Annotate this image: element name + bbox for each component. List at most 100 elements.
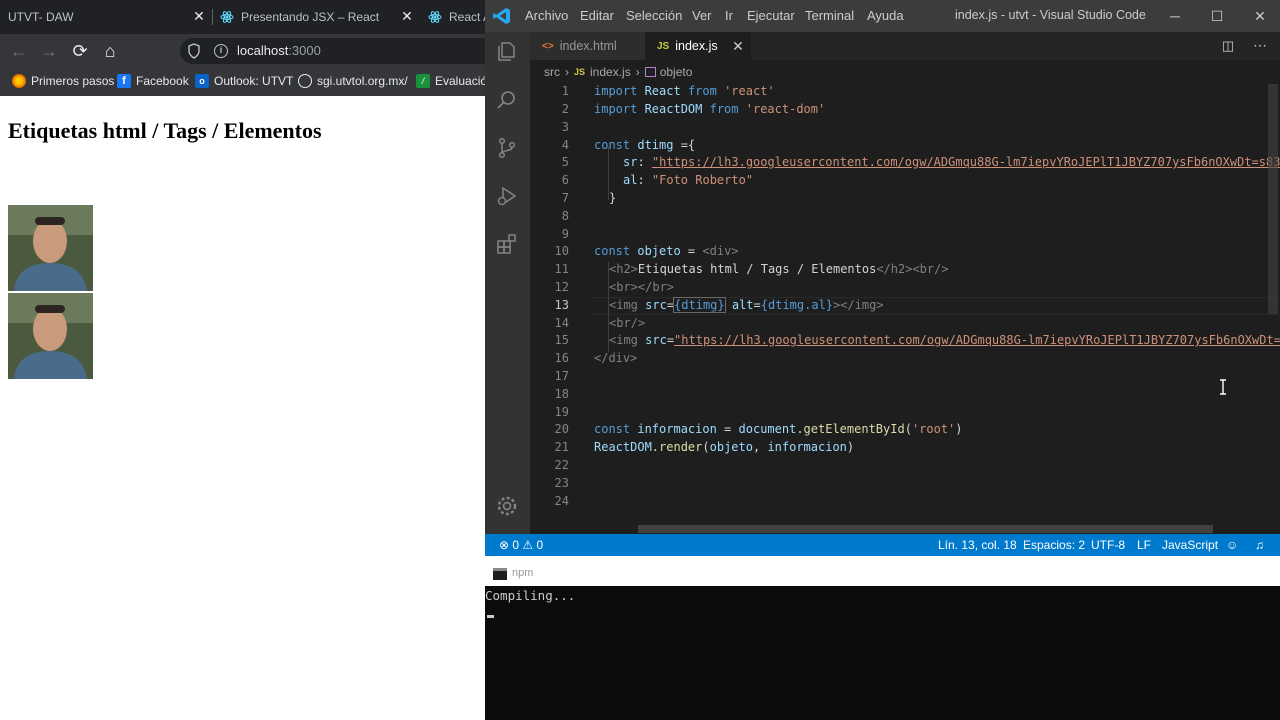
line-number: 16 bbox=[554, 351, 569, 365]
url-text[interactable]: localhost:3000 bbox=[237, 43, 321, 58]
code-editor[interactable]: 1 2 3 4 5 6 7 8 9 10 11 12 13 14 15 16 1… bbox=[530, 82, 1280, 534]
back-arrow-icon[interactable]: ← bbox=[8, 40, 30, 62]
code-token: = bbox=[666, 298, 675, 312]
variable-symbol-icon bbox=[644, 67, 656, 77]
browser-tab-jsx[interactable]: Presentando JSX – React ✕ bbox=[212, 0, 420, 34]
language-mode[interactable]: JavaScript bbox=[1162, 538, 1218, 552]
explorer-icon[interactable] bbox=[495, 40, 519, 64]
line-number: 22 bbox=[554, 458, 569, 472]
code-line: <br/> bbox=[609, 316, 645, 330]
code-token: ReactDOM bbox=[637, 102, 710, 116]
code-token: objeto bbox=[709, 440, 753, 454]
code-token: al bbox=[623, 173, 638, 187]
maximize-icon[interactable]: ☐ bbox=[1207, 6, 1227, 26]
line-number: 14 bbox=[554, 316, 569, 330]
breadcrumb-symbol[interactable]: objeto bbox=[660, 65, 693, 79]
reload-icon[interactable]: ⟳ bbox=[69, 40, 91, 62]
run-debug-icon[interactable] bbox=[495, 184, 519, 208]
source-control-icon[interactable] bbox=[495, 136, 519, 160]
feedback-icon[interactable]: ☺ bbox=[1226, 538, 1238, 552]
code-token: . bbox=[796, 422, 804, 436]
problems-indicator[interactable]: ⊗ 0 ⚠ 0 bbox=[499, 538, 543, 552]
code-token: alt bbox=[731, 298, 754, 312]
menu-editar[interactable]: Editar bbox=[580, 8, 614, 23]
code-token: ={ bbox=[673, 138, 696, 152]
bookmark-outlook[interactable]: o Outlook: UTVT bbox=[195, 74, 293, 88]
code-line: <img src={dtimg} alt={dtimg.al}></img> bbox=[609, 297, 884, 313]
horizontal-scrollbar[interactable] bbox=[638, 525, 1213, 533]
code-token: = bbox=[666, 333, 675, 347]
close-tab-icon[interactable]: ✕ bbox=[731, 39, 745, 53]
browser-tab-utvt[interactable]: UTVT- DAW ✕ bbox=[0, 0, 212, 34]
react-icon bbox=[428, 11, 442, 23]
indentation[interactable]: Espacios: 2 bbox=[1023, 538, 1085, 552]
minimize-icon[interactable]: ─ bbox=[1165, 6, 1185, 26]
status-bar: ⊗ 0 ⚠ 0 Lín. 13, col. 18 Espacios: 2 UTF… bbox=[485, 534, 1280, 556]
terminal-output[interactable]: Compiling... bbox=[485, 588, 575, 603]
shield-icon[interactable] bbox=[188, 43, 200, 59]
extensions-icon[interactable] bbox=[495, 232, 519, 256]
line-number: 20 bbox=[554, 422, 569, 436]
tab-title: React A bbox=[449, 10, 485, 24]
forward-arrow-icon[interactable]: → bbox=[38, 40, 60, 62]
menu-ayuda[interactable]: Ayuda bbox=[867, 8, 904, 23]
vertical-scrollbar[interactable] bbox=[1268, 84, 1278, 314]
cursor-position[interactable]: Lín. 13, col. 18 bbox=[938, 538, 1017, 552]
menu-ver[interactable]: Ver bbox=[692, 8, 712, 23]
tab-index-html[interactable]: <> index.html bbox=[530, 32, 645, 60]
browser-tab-react[interactable]: React A bbox=[420, 0, 485, 34]
end-of-line[interactable]: LF bbox=[1137, 538, 1151, 552]
terminal-title: npm bbox=[512, 567, 534, 579]
more-actions-icon[interactable]: ⋯ bbox=[1252, 37, 1268, 53]
code-token: <img bbox=[609, 298, 646, 312]
split-editor-icon[interactable]: ◫ bbox=[1220, 38, 1236, 54]
breadcrumb-folder[interactable]: src bbox=[544, 65, 560, 79]
code-line: sr: "https://lh3.googleusercontent.com/o… bbox=[623, 155, 1280, 169]
code-token: . bbox=[651, 440, 660, 454]
search-icon[interactable] bbox=[495, 88, 519, 112]
js-file-icon: JS bbox=[657, 40, 670, 52]
tab-label: index.js bbox=[675, 39, 718, 53]
warning-count: 0 bbox=[536, 538, 544, 552]
code-token: const bbox=[594, 244, 631, 258]
line-number: 7 bbox=[561, 191, 569, 205]
code-token: import bbox=[594, 84, 638, 98]
line-number: 24 bbox=[554, 494, 569, 508]
bookmark-sgi[interactable]: sgi.utvtol.org.mx/ bbox=[298, 74, 408, 88]
address-bar[interactable]: i localhost:3000 bbox=[180, 38, 485, 64]
close-tab-icon[interactable]: ✕ bbox=[400, 9, 414, 23]
breadcrumb-file[interactable]: index.js bbox=[590, 65, 631, 79]
menu-ejecutar[interactable]: Ejecutar bbox=[747, 8, 795, 23]
encoding[interactable]: UTF-8 bbox=[1091, 538, 1125, 552]
bookmark-primeros-pasos[interactable]: Primeros pasos bbox=[12, 74, 114, 88]
code-line: </div> bbox=[594, 351, 637, 365]
info-icon[interactable]: i bbox=[214, 44, 228, 58]
close-window-icon[interactable]: ✕ bbox=[1250, 6, 1270, 26]
line-number: 12 bbox=[554, 280, 569, 294]
notifications-bell-icon[interactable]: ♫ bbox=[1255, 538, 1264, 552]
line-number: 5 bbox=[561, 155, 569, 169]
settings-gear-icon[interactable] bbox=[495, 494, 519, 518]
close-tab-icon[interactable]: ✕ bbox=[192, 9, 206, 23]
code-token: "https://lh3.googleusercontent.com/ogw/A… bbox=[651, 155, 1280, 169]
bookmark-facebook[interactable]: f Facebook bbox=[117, 74, 189, 88]
editor-tabs: <> index.html JS index.js ✕ ◫ ⋯ bbox=[530, 32, 1280, 60]
code-token: ) bbox=[846, 440, 855, 454]
menu-terminal[interactable]: Terminal bbox=[805, 8, 854, 23]
menu-archivo[interactable]: Archivo bbox=[525, 8, 568, 23]
menu-ir[interactable]: Ir bbox=[725, 8, 733, 23]
code-line: al: "Foto Roberto" bbox=[623, 173, 753, 187]
code-token: informacion bbox=[767, 440, 847, 454]
tab-index-js[interactable]: JS index.js ✕ bbox=[645, 32, 751, 60]
line-number: 4 bbox=[561, 138, 569, 152]
tab-title: UTVT- DAW bbox=[8, 10, 74, 24]
code-token: : bbox=[637, 155, 652, 169]
react-icon bbox=[220, 11, 234, 23]
bookmark-evaluacion[interactable]: / Evaluación bbox=[416, 74, 494, 88]
menu-seleccion[interactable]: Selección bbox=[626, 8, 682, 23]
code-line: ReactDOM.render(objeto, informacion) bbox=[594, 440, 854, 454]
evaluacion-icon: / bbox=[416, 74, 430, 88]
vscode-logo-icon bbox=[493, 8, 510, 24]
code-line: <br></br> bbox=[609, 280, 674, 294]
home-icon[interactable]: ⌂ bbox=[99, 40, 121, 62]
